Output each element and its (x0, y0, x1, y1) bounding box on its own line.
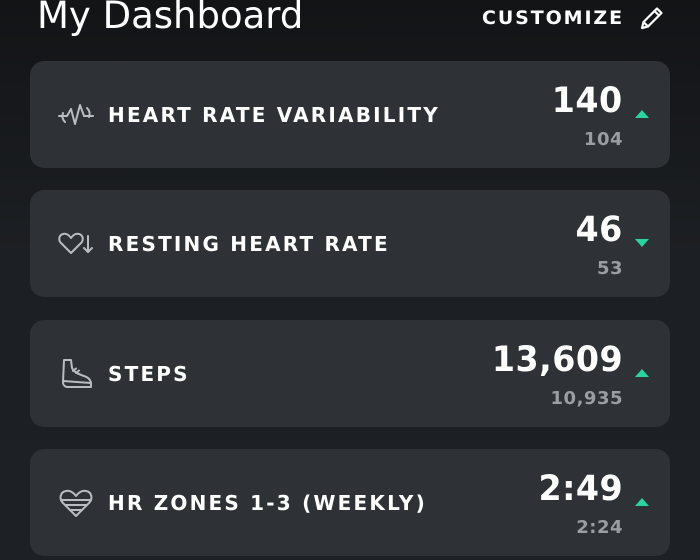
trend-up-icon (635, 498, 649, 506)
metric-label: RESTING HEART RATE (108, 231, 390, 256)
trend-up-icon (635, 110, 649, 118)
heart-down-arrow-icon (56, 224, 96, 264)
metric-value: 2:49 (538, 469, 623, 509)
metric-label: STEPS (108, 361, 190, 386)
metric-value: 46 (575, 210, 623, 250)
metric-previous-value: 10,935 (550, 388, 623, 409)
hrv-wave-icon (56, 95, 96, 135)
metric-card-hr-zones[interactable]: HR ZONES 1-3 (WEEKLY) 2:49 2:24 (30, 449, 670, 556)
metric-previous-value: 53 (596, 258, 623, 279)
metric-card-hrv[interactable]: HEART RATE VARIABILITY 140 104 (30, 61, 670, 168)
pencil-icon (638, 4, 666, 32)
metric-card-resting-heart-rate[interactable]: RESTING HEART RATE 46 53 (30, 190, 670, 297)
page-title: My Dashboard (37, 0, 304, 37)
metric-previous-value: 2:24 (576, 517, 623, 538)
metric-label: HEART RATE VARIABILITY (108, 102, 440, 127)
metric-value: 13,609 (491, 340, 623, 380)
metric-label: HR ZONES 1-3 (WEEKLY) (108, 490, 427, 515)
customize-label: CUSTOMIZE (481, 7, 624, 29)
header: My Dashboard CUSTOMIZE (0, 0, 700, 50)
customize-button[interactable]: CUSTOMIZE (482, 4, 666, 32)
trend-down-icon (635, 239, 649, 247)
metric-card-steps[interactable]: STEPS 13,609 10,935 (30, 320, 670, 427)
metric-previous-value: 104 (583, 129, 623, 150)
metric-value: 140 (552, 81, 623, 121)
shoe-icon (56, 354, 96, 394)
heart-zones-icon (56, 483, 96, 523)
trend-up-icon (635, 369, 649, 377)
